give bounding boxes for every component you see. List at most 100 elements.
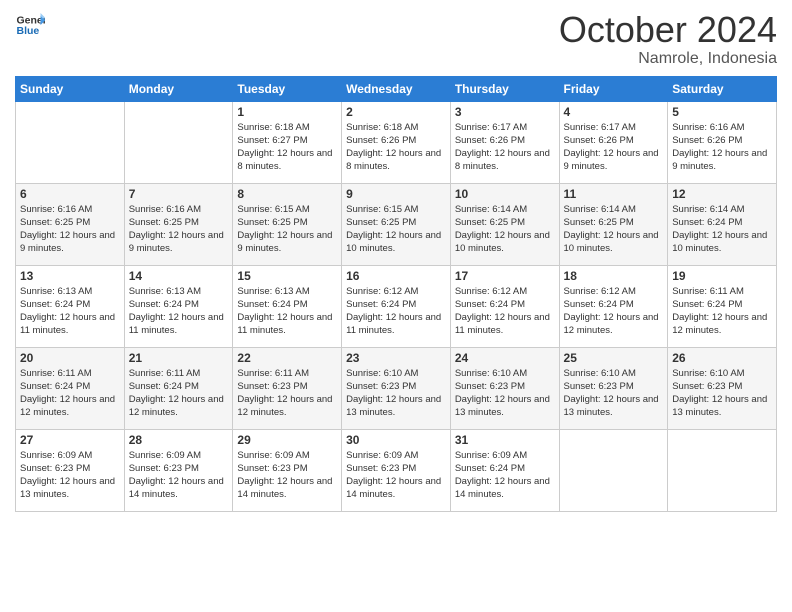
calendar-cell: 8 Sunrise: 6:15 AMSunset: 6:25 PMDaylight… [233,183,342,265]
calendar-day-header: Monday [124,76,233,101]
day-info: Sunrise: 6:11 AMSunset: 6:23 PMDaylight:… [237,367,337,420]
calendar-day-header: Friday [559,76,668,101]
calendar: SundayMondayTuesdayWednesdayThursdayFrid… [15,76,777,512]
day-info: Sunrise: 6:16 AMSunset: 6:26 PMDaylight:… [672,121,772,174]
calendar-cell: 30 Sunrise: 6:09 AMSunset: 6:23 PMDayligh… [342,429,451,511]
calendar-day-header: Saturday [668,76,777,101]
day-number: 21 [129,351,229,365]
day-info: Sunrise: 6:10 AMSunset: 6:23 PMDaylight:… [455,367,555,420]
calendar-cell: 3 Sunrise: 6:17 AMSunset: 6:26 PMDaylight… [450,101,559,183]
day-number: 15 [237,269,337,283]
day-number: 5 [672,105,772,119]
day-info: Sunrise: 6:11 AMSunset: 6:24 PMDaylight:… [129,367,229,420]
day-info: Sunrise: 6:14 AMSunset: 6:25 PMDaylight:… [564,203,664,256]
calendar-cell: 17 Sunrise: 6:12 AMSunset: 6:24 PMDayligh… [450,265,559,347]
day-number: 16 [346,269,446,283]
day-info: Sunrise: 6:10 AMSunset: 6:23 PMDaylight:… [564,367,664,420]
day-number: 26 [672,351,772,365]
day-info: Sunrise: 6:09 AMSunset: 6:24 PMDaylight:… [455,449,555,502]
location: Namrole, Indonesia [559,50,777,68]
day-info: Sunrise: 6:10 AMSunset: 6:23 PMDaylight:… [672,367,772,420]
calendar-week-row: 13 Sunrise: 6:13 AMSunset: 6:24 PMDayligh… [16,265,777,347]
day-info: Sunrise: 6:14 AMSunset: 6:25 PMDaylight:… [455,203,555,256]
calendar-day-header: Sunday [16,76,125,101]
calendar-cell: 18Sunrise: 6:12 AMSunset: 6:24 PMDayligh… [559,265,668,347]
calendar-cell: 21 Sunrise: 6:11 AMSunset: 6:24 PMDayligh… [124,347,233,429]
calendar-cell: 10 Sunrise: 6:14 AMSunset: 6:25 PMDayligh… [450,183,559,265]
day-number: 2 [346,105,446,119]
calendar-cell [668,429,777,511]
day-number: 20 [20,351,120,365]
day-number: 8 [237,187,337,201]
day-info: Sunrise: 6:11 AMSunset: 6:24 PMDaylight:… [20,367,120,420]
day-info: Sunrise: 6:12 AMSunset: 6:24 PMDaylight:… [455,285,555,338]
day-info: Sunrise: 6:14 AMSunset: 6:24 PMDaylight:… [672,203,772,256]
calendar-cell: 2 Sunrise: 6:18 AMSunset: 6:26 PMDaylight… [342,101,451,183]
day-number: 24 [455,351,555,365]
day-number: 1 [237,105,337,119]
day-info: Sunrise: 6:09 AMSunset: 6:23 PMDaylight:… [237,449,337,502]
month-year: October 2024 [559,10,777,50]
calendar-cell: 11 Sunrise: 6:14 AMSunset: 6:25 PMDayligh… [559,183,668,265]
logo-icon: General Blue [15,10,45,40]
day-info: Sunrise: 6:15 AMSunset: 6:25 PMDaylight:… [237,203,337,256]
calendar-cell: 27 Sunrise: 6:09 AMSunset: 6:23 PMDayligh… [16,429,125,511]
calendar-cell: 19Sunrise: 6:11 AMSunset: 6:24 PMDayligh… [668,265,777,347]
calendar-cell: 4Sunrise: 6:17 AMSunset: 6:26 PMDaylight… [559,101,668,183]
calendar-day-header: Tuesday [233,76,342,101]
calendar-cell: 14Sunrise: 6:13 AMSunset: 6:24 PMDayligh… [124,265,233,347]
day-info: Sunrise: 6:15 AMSunset: 6:25 PMDaylight:… [346,203,446,256]
day-info: Sunrise: 6:12 AMSunset: 6:24 PMDaylight:… [564,285,664,338]
calendar-cell: 24 Sunrise: 6:10 AMSunset: 6:23 PMDayligh… [450,347,559,429]
day-info: Sunrise: 6:09 AMSunset: 6:23 PMDaylight:… [20,449,120,502]
calendar-cell: 6 Sunrise: 6:16 AMSunset: 6:25 PMDaylight… [16,183,125,265]
day-info: Sunrise: 6:09 AMSunset: 6:23 PMDaylight:… [129,449,229,502]
day-info: Sunrise: 6:12 AMSunset: 6:24 PMDaylight:… [346,285,446,338]
calendar-cell: 31 Sunrise: 6:09 AMSunset: 6:24 PMDayligh… [450,429,559,511]
day-number: 17 [455,269,555,283]
calendar-cell: 16 Sunrise: 6:12 AMSunset: 6:24 PMDayligh… [342,265,451,347]
calendar-cell [559,429,668,511]
calendar-cell: 25Sunrise: 6:10 AMSunset: 6:23 PMDayligh… [559,347,668,429]
day-number: 6 [20,187,120,201]
day-info: Sunrise: 6:18 AMSunset: 6:26 PMDaylight:… [346,121,446,174]
day-info: Sunrise: 6:13 AMSunset: 6:24 PMDaylight:… [237,285,337,338]
day-number: 31 [455,433,555,447]
day-info: Sunrise: 6:09 AMSunset: 6:23 PMDaylight:… [346,449,446,502]
day-number: 27 [20,433,120,447]
day-number: 29 [237,433,337,447]
calendar-week-row: 27 Sunrise: 6:09 AMSunset: 6:23 PMDayligh… [16,429,777,511]
calendar-week-row: 1 Sunrise: 6:18 AMSunset: 6:27 PMDaylight… [16,101,777,183]
calendar-week-row: 6 Sunrise: 6:16 AMSunset: 6:25 PMDaylight… [16,183,777,265]
day-number: 11 [564,187,664,201]
calendar-cell: 28Sunrise: 6:09 AMSunset: 6:23 PMDayligh… [124,429,233,511]
day-number: 10 [455,187,555,201]
day-number: 7 [129,187,229,201]
svg-text:Blue: Blue [17,25,40,37]
calendar-day-header: Thursday [450,76,559,101]
calendar-week-row: 20 Sunrise: 6:11 AMSunset: 6:24 PMDayligh… [16,347,777,429]
calendar-header-row: SundayMondayTuesdayWednesdayThursdayFrid… [16,76,777,101]
calendar-cell: 5 Sunrise: 6:16 AMSunset: 6:26 PMDaylight… [668,101,777,183]
day-info: Sunrise: 6:13 AMSunset: 6:24 PMDaylight:… [129,285,229,338]
day-number: 12 [672,187,772,201]
calendar-cell: 13 Sunrise: 6:13 AMSunset: 6:24 PMDayligh… [16,265,125,347]
calendar-cell: 26 Sunrise: 6:10 AMSunset: 6:23 PMDayligh… [668,347,777,429]
day-info: Sunrise: 6:13 AMSunset: 6:24 PMDaylight:… [20,285,120,338]
calendar-cell: 29 Sunrise: 6:09 AMSunset: 6:23 PMDayligh… [233,429,342,511]
calendar-day-header: Wednesday [342,76,451,101]
day-info: Sunrise: 6:18 AMSunset: 6:27 PMDaylight:… [237,121,337,174]
day-info: Sunrise: 6:11 AMSunset: 6:24 PMDaylight:… [672,285,772,338]
day-number: 30 [346,433,446,447]
day-number: 4 [564,105,664,119]
day-number: 3 [455,105,555,119]
day-number: 23 [346,351,446,365]
calendar-cell: 20 Sunrise: 6:11 AMSunset: 6:24 PMDayligh… [16,347,125,429]
day-number: 22 [237,351,337,365]
calendar-cell [16,101,125,183]
day-info: Sunrise: 6:17 AMSunset: 6:26 PMDaylight:… [455,121,555,174]
calendar-cell: 23Sunrise: 6:10 AMSunset: 6:23 PMDayligh… [342,347,451,429]
day-info: Sunrise: 6:16 AMSunset: 6:25 PMDaylight:… [20,203,120,256]
day-number: 13 [20,269,120,283]
title-block: October 2024 Namrole, Indonesia [559,10,777,68]
